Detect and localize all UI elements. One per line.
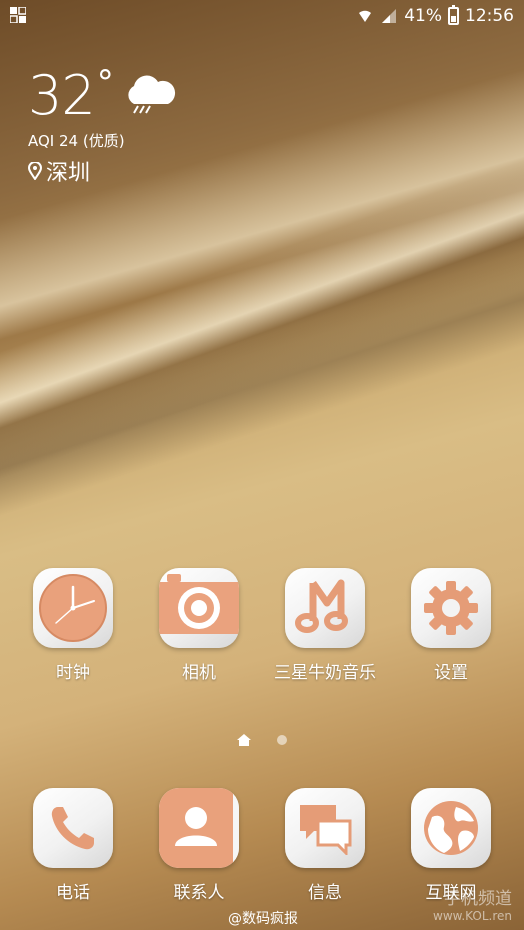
app-label: 联系人 [173, 883, 225, 903]
weather-widget[interactable]: 32 ° AQI 24 (优质) 深圳 [28, 66, 178, 187]
battery-icon [448, 5, 459, 25]
battery-percentage: 41% [404, 6, 442, 26]
cloud-rain-icon [128, 75, 175, 114]
app-settings[interactable]: 设置 [391, 568, 511, 683]
app-label: 相机 [182, 663, 216, 683]
city-name: 深圳 [46, 161, 91, 186]
notification-icon [10, 7, 26, 23]
cellular-signal-icon [382, 9, 397, 23]
app-phone[interactable]: 电话 [13, 788, 133, 903]
site-name: 手机频道 [444, 889, 512, 909]
camera-icon [159, 574, 239, 634]
gear-icon [424, 581, 478, 635]
aqi-text: AQI 24 (优质) [28, 132, 125, 150]
app-camera[interactable]: 相机 [139, 568, 259, 683]
location-pin-icon [28, 162, 42, 180]
wallpaper-fold [0, 224, 524, 526]
phone-icon [51, 807, 94, 850]
site-watermark: 手机频道 www.KOL.ren [433, 884, 512, 923]
messages-icon [300, 805, 352, 855]
app-tile [285, 568, 365, 648]
app-label: 电话 [56, 883, 90, 903]
weather-location: 深圳 [28, 155, 178, 187]
app-tile [411, 568, 491, 648]
music-icon [295, 579, 348, 633]
app-clock[interactable]: 时钟 [13, 568, 133, 683]
app-contacts[interactable]: 联系人 [139, 788, 259, 903]
app-label: 信息 [308, 883, 342, 903]
page-dot [277, 735, 287, 745]
temperature: 32 [28, 64, 96, 127]
app-tile [159, 568, 239, 648]
clock-icon [39, 574, 107, 642]
site-url: www.KOL.ren [433, 909, 512, 923]
app-messages[interactable]: 信息 [265, 788, 385, 903]
app-music[interactable]: 三星牛奶音乐 [265, 568, 385, 683]
app-label: 时钟 [56, 663, 90, 683]
page-indicator[interactable] [0, 734, 524, 746]
app-label: 设置 [434, 663, 468, 683]
app-tile [411, 788, 491, 868]
degree-symbol: ° [96, 63, 114, 103]
app-tile [285, 788, 365, 868]
clock-time: 12:56 [465, 6, 514, 26]
app-tile [33, 568, 113, 648]
app-label: 三星牛奶音乐 [274, 663, 376, 683]
weibo-watermark: @数码疯报 [228, 911, 298, 927]
status-bar: 41% 12:56 [0, 0, 524, 32]
wifi-icon [359, 10, 372, 22]
globe-icon [424, 801, 478, 855]
app-tile [159, 788, 239, 868]
home-app-row: 时钟 相机 三星牛奶音乐 设置 [0, 568, 524, 683]
home-page-icon [237, 734, 251, 746]
app-tile [33, 788, 113, 868]
contacts-icon [159, 788, 239, 868]
